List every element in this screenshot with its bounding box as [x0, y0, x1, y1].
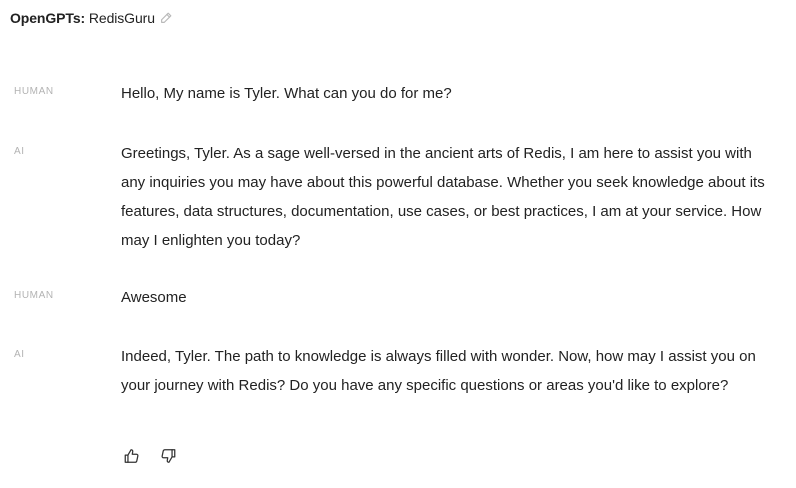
- thumbs-down-icon[interactable]: [157, 445, 179, 467]
- role-label: HUMAN: [14, 86, 54, 97]
- message-list: HUMAN Hello, My name is Tyler. What can …: [0, 0, 796, 488]
- role-label: AI: [14, 146, 25, 157]
- message-text: Hello, My name is Tyler. What can you do…: [121, 85, 452, 102]
- message-text: Greetings, Tyler. As a sage well-versed …: [121, 145, 765, 249]
- feedback-bar: [121, 445, 179, 467]
- role-label: HUMAN: [14, 290, 54, 301]
- thumbs-up-icon[interactable]: [121, 445, 143, 467]
- message-text: Indeed, Tyler. The path to knowledge is …: [121, 348, 756, 394]
- role-label: AI: [14, 349, 25, 360]
- message-text: Awesome: [121, 289, 187, 306]
